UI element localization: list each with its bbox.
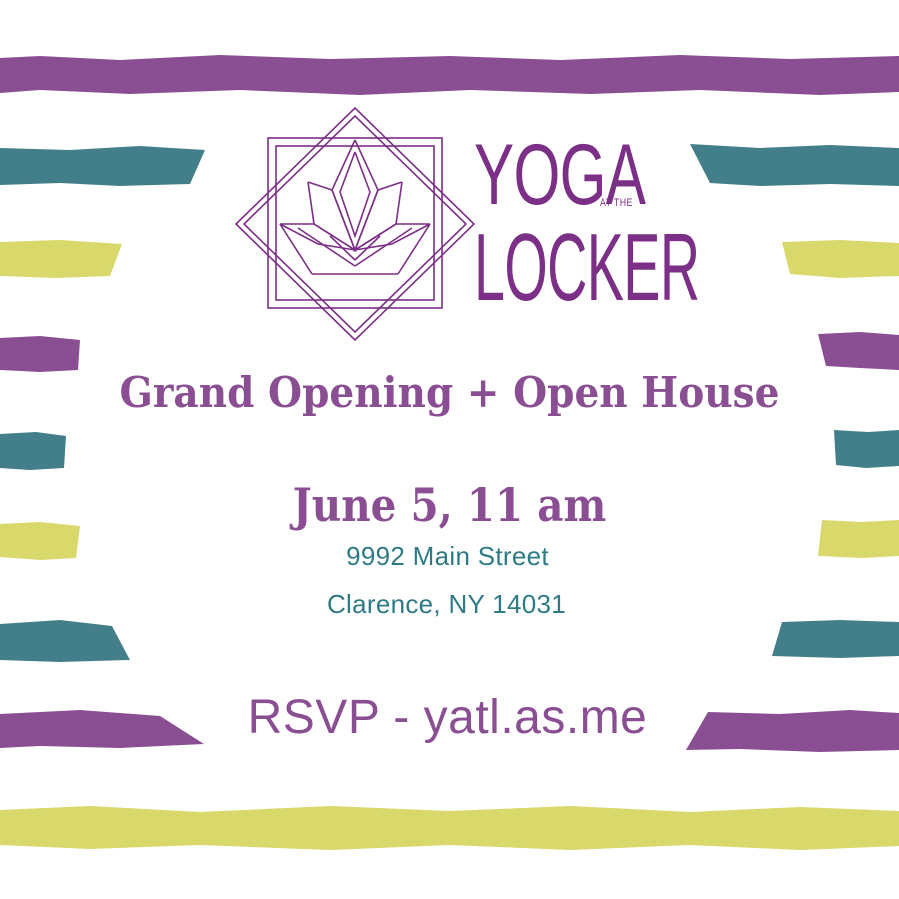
stripe-top-purple [0,55,899,95]
address-city: Clarence, NY 14031 [326,589,567,619]
stripe-left-teal-2 [0,432,66,470]
stripe-right-yellow-1 [782,240,899,278]
rsvp-text: RSVP - yatl.as.me [247,691,648,744]
stripe-right-teal-2 [834,430,899,468]
stripe-left-teal-1 [0,146,205,186]
stripe-right-teal-3 [772,620,899,658]
address-street: 9992 Main Street [346,541,549,571]
flyer-canvas: YOGA AT THE LOCKER Grand Opening + Open … [0,0,899,899]
stripe-right-purple-2 [818,332,899,370]
brand-locker: LOCKER [474,214,700,321]
stripe-left-purple-2 [0,336,80,372]
stripe-left-yellow-1 [0,240,122,278]
stripe-left-teal-3 [0,620,130,662]
brand-at-the: AT THE [600,197,633,209]
event-date-time: June 5, 11 am [292,478,607,532]
stripe-right-teal-1 [690,144,899,186]
event-headline: Grand Opening + Open House [119,368,780,417]
stripe-bottom-yellow [0,806,899,850]
